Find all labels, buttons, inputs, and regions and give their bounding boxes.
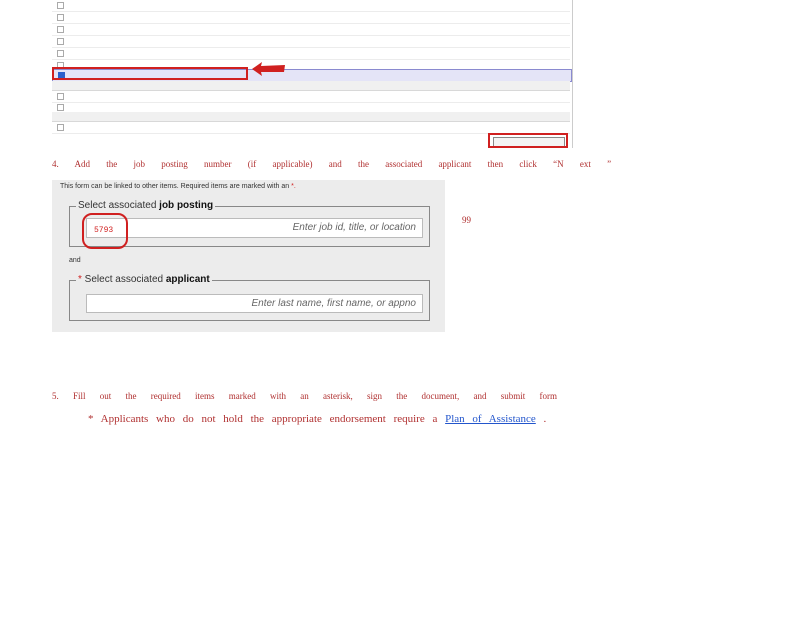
link-form-screenshot: This form can be linked to other items. … bbox=[52, 180, 445, 332]
row-checkbox[interactable] bbox=[57, 104, 64, 111]
job-posting-legend: Select associated job posting bbox=[76, 200, 216, 211]
list-row[interactable] bbox=[52, 24, 570, 36]
job-legend-bold: job posting bbox=[159, 200, 214, 211]
list-row[interactable] bbox=[52, 36, 570, 48]
applicant-legend-bold: applicant bbox=[165, 274, 210, 285]
form-intro-text: This form can be linked to other items. … bbox=[60, 183, 290, 190]
step-5-instruction: 5. Fill out the required items marked wi… bbox=[52, 391, 557, 401]
section-header bbox=[52, 81, 570, 91]
applicant-legend: * Select associated applicant bbox=[76, 274, 212, 285]
list-row[interactable] bbox=[52, 48, 570, 60]
row-checkbox[interactable] bbox=[57, 26, 64, 33]
note-suffix: . bbox=[535, 413, 547, 425]
plan-of-assistance-note: * Applicants who do not hold the appropr… bbox=[88, 413, 546, 425]
highlight-selected-row bbox=[52, 67, 248, 80]
red-arrow-icon bbox=[252, 62, 285, 76]
note-text: * Applicants who do not hold the appropr… bbox=[88, 413, 438, 425]
row-checkbox[interactable] bbox=[57, 14, 64, 21]
applicant-fieldset: * Select associated applicant Enter last… bbox=[69, 274, 430, 321]
form-intro: This form can be linked to other items. … bbox=[60, 183, 296, 190]
applicant-input[interactable]: Enter last name, first name, or appno bbox=[86, 294, 423, 313]
row-checkbox[interactable] bbox=[57, 2, 64, 9]
row-checkbox[interactable] bbox=[57, 50, 64, 57]
row-checkbox[interactable] bbox=[57, 93, 64, 100]
row-checkbox[interactable] bbox=[57, 124, 64, 131]
row-checkbox[interactable] bbox=[57, 38, 64, 45]
job-legend-prefix: Select associated bbox=[78, 200, 160, 211]
highlight-job-value bbox=[82, 213, 128, 249]
and-label: and bbox=[69, 257, 81, 264]
list-row[interactable] bbox=[52, 0, 570, 12]
step-4-instruction: 4. Add the job posting number (if applic… bbox=[52, 159, 612, 169]
list-row[interactable] bbox=[52, 12, 570, 24]
side-number: 99 bbox=[462, 215, 471, 225]
section-header bbox=[52, 112, 570, 122]
plan-of-assistance-link[interactable]: Plan of Assistance bbox=[445, 413, 536, 425]
applicant-legend-prefix: Select associated bbox=[81, 274, 166, 285]
highlight-continue-button bbox=[488, 133, 568, 148]
required-mark: *. bbox=[291, 183, 296, 190]
job-posting-input[interactable]: Enter job id, title, or location bbox=[86, 218, 423, 238]
